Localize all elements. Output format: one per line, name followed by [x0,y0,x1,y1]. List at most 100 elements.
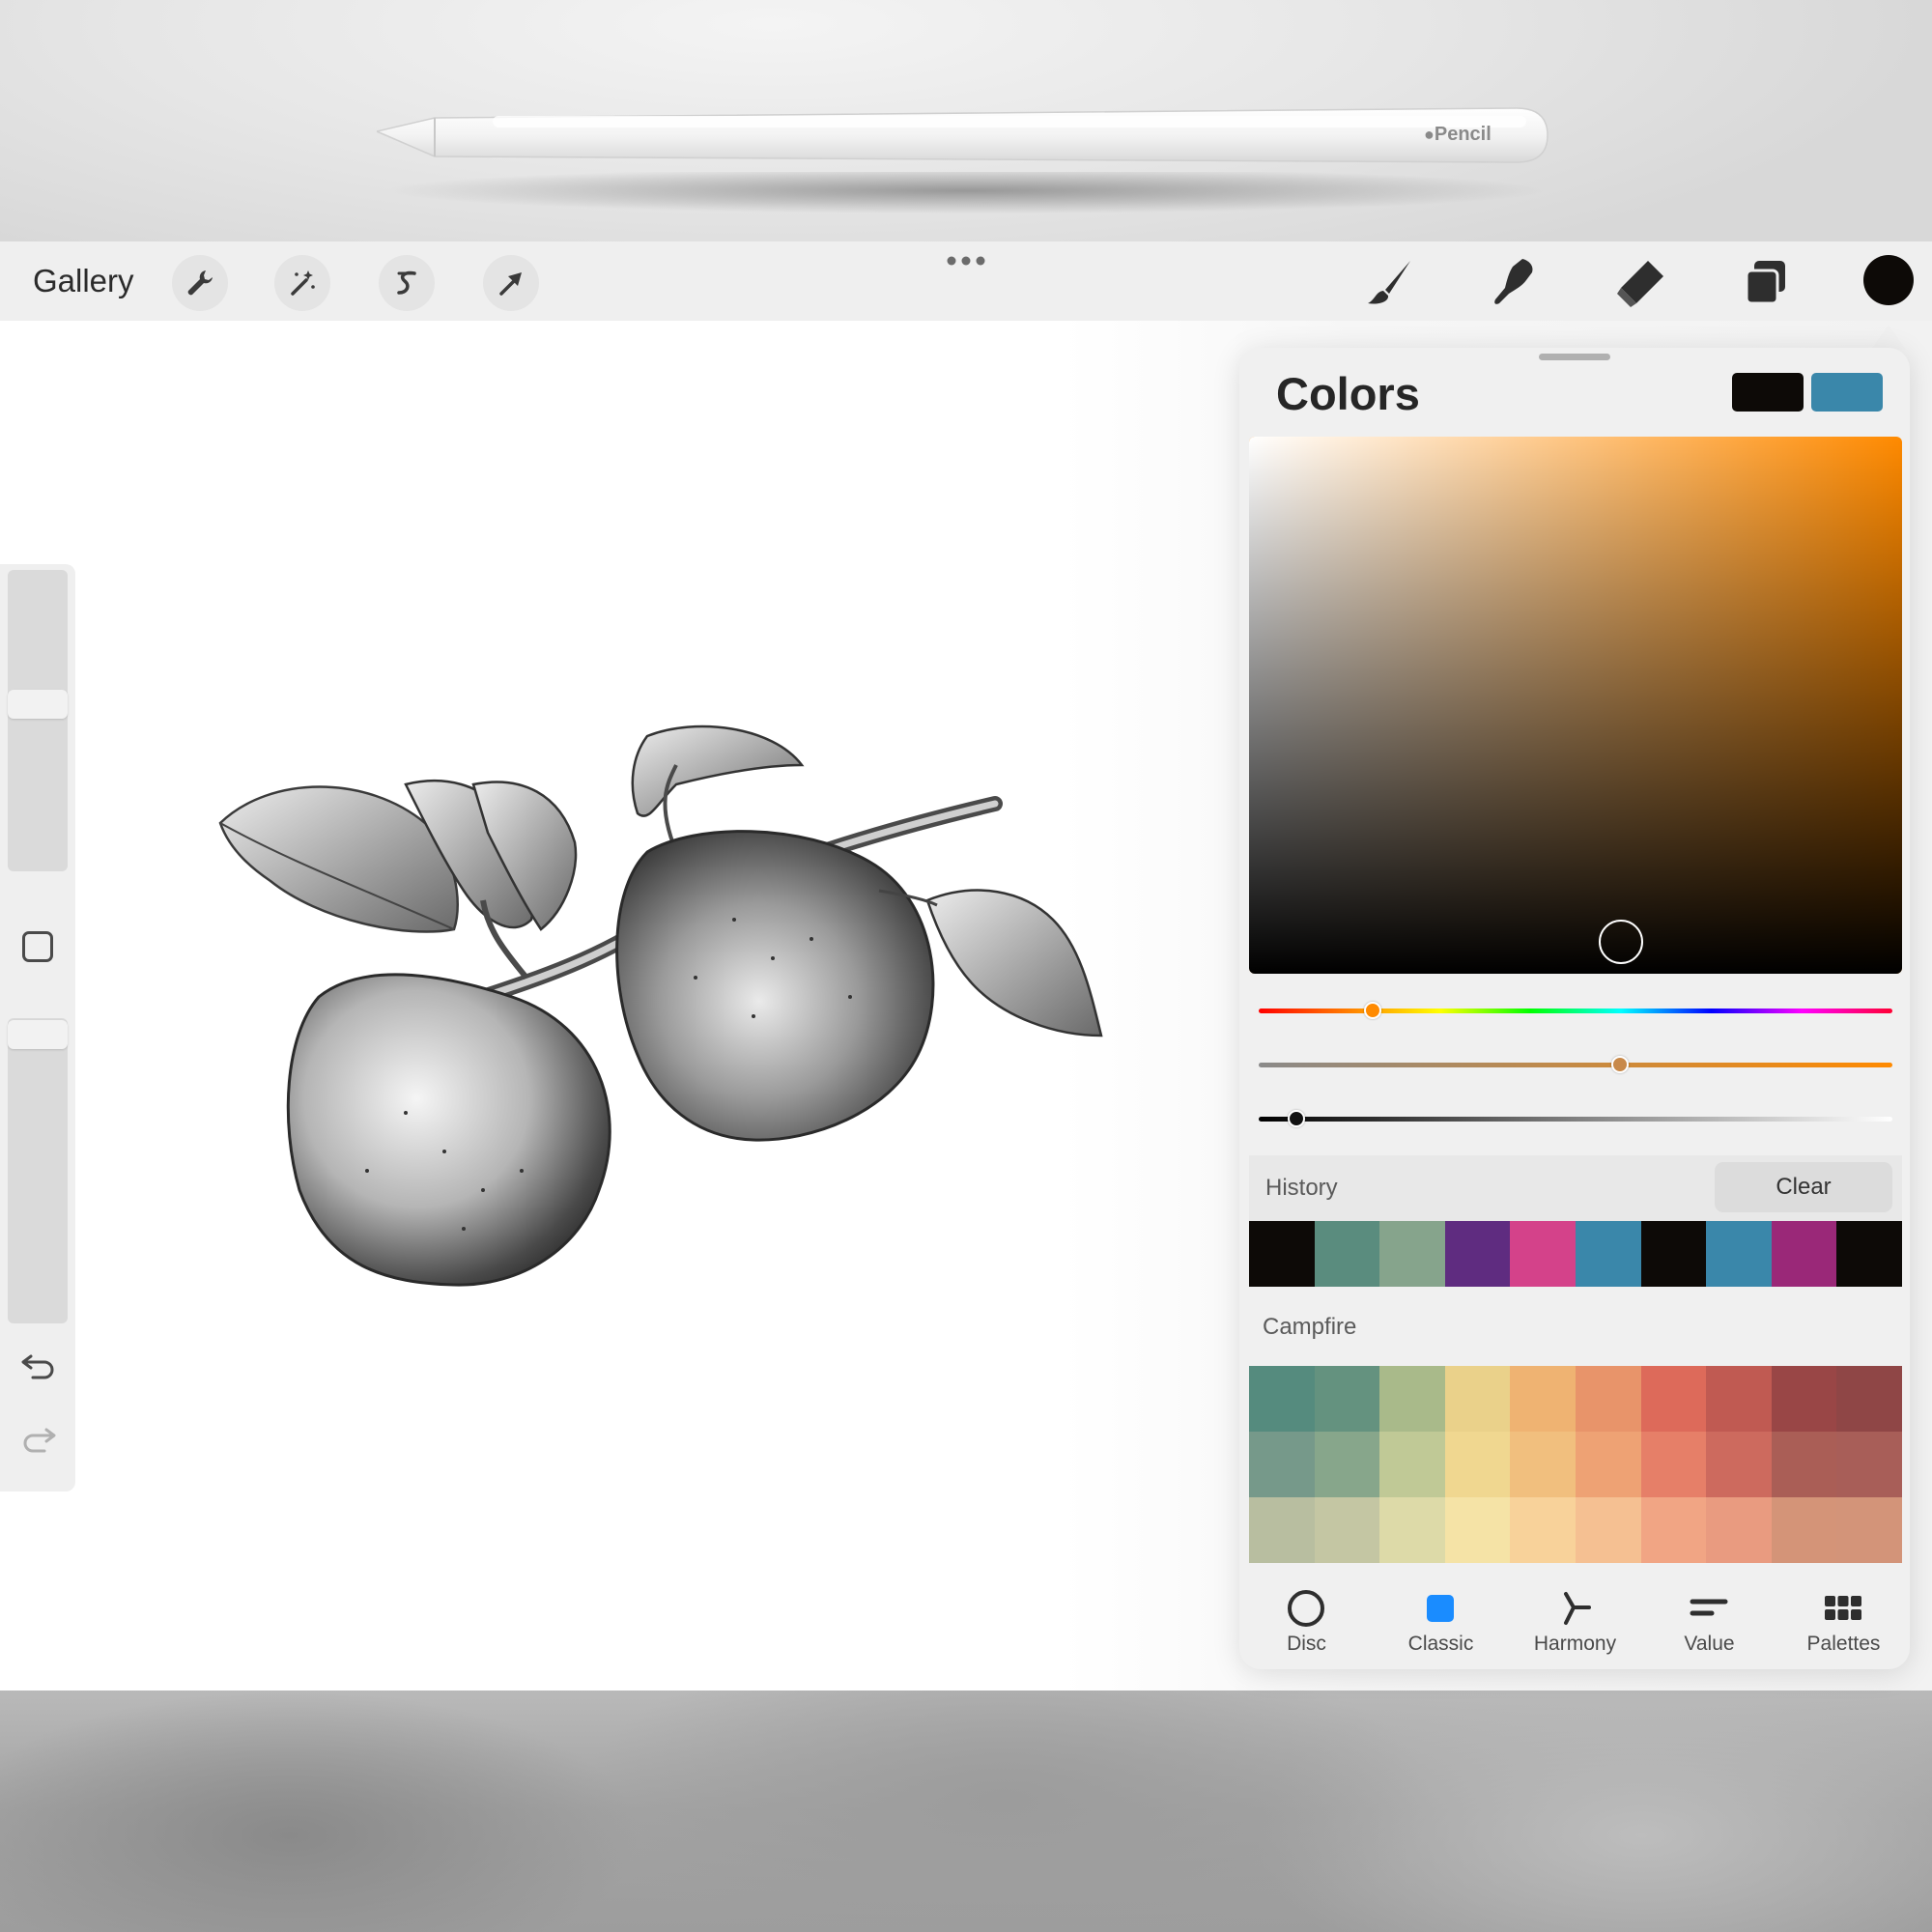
color-mode-tabs: Disc Classic Harmony Value Palettes [1239,1575,1910,1669]
palette-swatch[interactable] [1314,1432,1380,1497]
history-label: History [1265,1175,1338,1201]
colors-title: Colors [1276,368,1420,419]
palette-swatch[interactable] [1379,1432,1445,1497]
palette-swatch[interactable] [1249,1366,1315,1432]
palette-name: Campfire [1263,1314,1357,1340]
sv-black-layer [1249,437,1902,974]
palette-swatch[interactable] [1575,1432,1641,1497]
palette-swatch[interactable] [1575,1497,1641,1563]
palette-swatch[interactable] [1836,1497,1902,1563]
wrench-icon [187,270,213,296]
palette-swatch[interactable] [1706,1432,1772,1497]
palette-swatch[interactable] [1771,1497,1837,1563]
palette-swatch[interactable] [1444,1366,1511,1432]
top-toolbar: Gallery [0,242,1932,321]
palette-swatch[interactable] [1444,1497,1511,1563]
modifier-square-icon[interactable] [22,931,53,962]
tab-value[interactable]: Value [1642,1575,1776,1669]
saturation-slider[interactable] [1259,1056,1892,1073]
history-swatch[interactable] [1249,1221,1315,1287]
palette-swatch[interactable] [1575,1366,1641,1432]
tab-label: Harmony [1533,1633,1617,1655]
clear-history-button[interactable]: Clear [1715,1162,1892,1212]
history-swatch[interactable] [1510,1221,1576,1287]
harmony-icon [1564,1592,1591,1625]
history-swatch[interactable] [1379,1221,1445,1287]
tab-classic[interactable]: Classic [1374,1575,1508,1669]
palette-swatch[interactable] [1444,1432,1511,1497]
tab-disc[interactable]: Disc [1239,1575,1374,1669]
primary-color-swatch[interactable] [1732,373,1804,412]
eraser-icon[interactable] [1613,255,1667,309]
history-swatch[interactable] [1706,1221,1772,1287]
palette-swatch[interactable] [1640,1366,1707,1432]
left-sidebar [0,564,75,1492]
saturation-knob[interactable] [1610,1056,1629,1073]
pencil-shadow [386,172,1546,218]
palette-swatch[interactable] [1836,1366,1902,1432]
palette-swatch[interactable] [1771,1432,1837,1497]
brightness-knob[interactable] [1288,1110,1306,1127]
palette-swatch[interactable] [1706,1497,1772,1563]
history-swatch[interactable] [1314,1221,1380,1287]
redo-icon[interactable] [19,1422,58,1457]
gallery-button[interactable]: Gallery [33,263,134,299]
opacity-slider[interactable] [8,1018,68,1323]
adjustments-button[interactable] [274,255,330,311]
transform-button[interactable] [483,255,539,311]
palette-swatch[interactable] [1706,1366,1772,1432]
hue-slider[interactable] [1259,1002,1892,1019]
desk-background-bottom [0,1690,1932,1932]
brush-size-knob[interactable] [8,690,68,719]
color-picker-cursor[interactable] [1599,919,1644,964]
tab-harmony[interactable]: Harmony [1508,1575,1642,1669]
panel-grabber[interactable] [1539,354,1610,360]
actions-button[interactable] [172,255,228,311]
palettes-grid-icon [1825,1596,1861,1620]
tab-label: Classic [1407,1633,1474,1655]
palette-swatch[interactable] [1379,1497,1445,1563]
palette-swatch[interactable] [1836,1432,1902,1497]
palette-swatch[interactable] [1771,1366,1837,1432]
palette-swatch[interactable] [1314,1497,1380,1563]
current-color-button[interactable] [1863,255,1914,305]
saturation-brightness-picker[interactable] [1249,437,1902,974]
value-bars-icon [1690,1599,1728,1616]
palette-swatch[interactable] [1379,1366,1445,1432]
tab-label: Value [1684,1633,1735,1655]
tab-label: Palettes [1806,1633,1881,1655]
palette-swatch[interactable] [1249,1432,1315,1497]
layers-icon[interactable] [1739,255,1793,309]
brush-size-slider[interactable] [8,570,68,871]
smudge-icon[interactable] [1488,255,1542,309]
palette-swatch[interactable] [1640,1432,1707,1497]
palette-swatch[interactable] [1249,1497,1315,1563]
history-swatch[interactable] [1640,1221,1707,1287]
transform-arrow-icon [499,272,522,296]
tab-palettes[interactable]: Palettes [1776,1575,1911,1669]
disc-icon [1288,1590,1324,1627]
palette-swatch[interactable] [1510,1497,1576,1563]
history-header: History Clear [1249,1155,1902,1221]
palette-swatch[interactable] [1510,1432,1576,1497]
palette-swatch[interactable] [1314,1366,1380,1432]
palette-grid [1249,1366,1902,1563]
selection-button[interactable] [379,255,435,311]
hue-knob[interactable] [1364,1002,1382,1019]
history-swatch[interactable] [1444,1221,1511,1287]
colors-panel: Colors History Clear Campfire Disc Class… [1239,348,1910,1669]
history-swatch[interactable] [1575,1221,1641,1287]
apple-logo-icon: ● [1424,125,1435,144]
more-dots-icon[interactable] [947,255,985,267]
palette-swatch[interactable] [1640,1497,1707,1563]
history-swatch[interactable] [1771,1221,1837,1287]
brightness-slider[interactable] [1259,1110,1892,1127]
opacity-knob[interactable] [8,1020,68,1049]
brush-icon[interactable] [1362,255,1416,309]
palette-swatch[interactable] [1510,1366,1576,1432]
history-swatch[interactable] [1836,1221,1902,1287]
secondary-color-swatch[interactable] [1811,373,1883,412]
undo-icon[interactable] [19,1349,58,1383]
apple-pencil [377,107,1548,163]
pencil-brand-label: ●Pencil [1424,124,1492,145]
